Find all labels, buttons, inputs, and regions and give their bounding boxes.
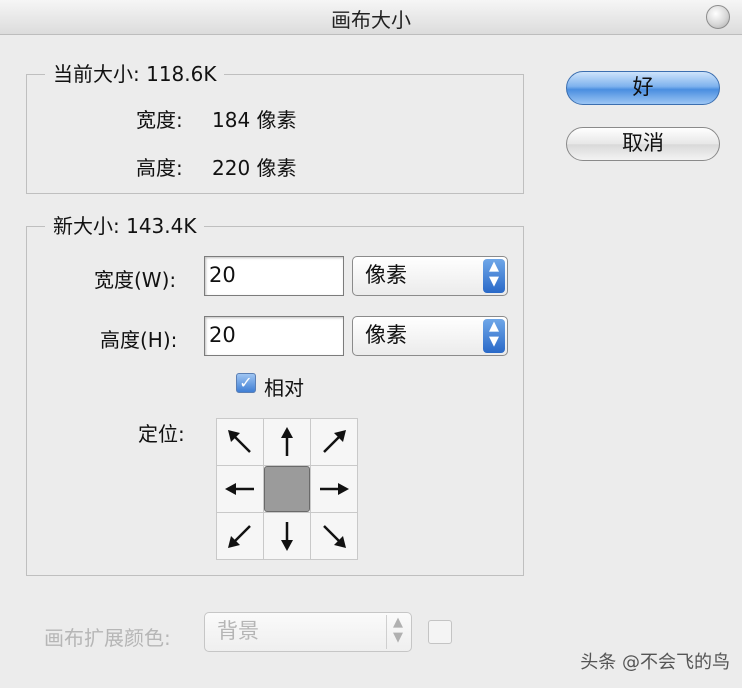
select-arrows-icon: ▲ ▼	[483, 319, 505, 353]
extension-color-value: 背景	[217, 619, 259, 643]
current-width-value: 184 像素	[212, 108, 297, 132]
extension-color-swatch[interactable]: ✓	[428, 620, 452, 644]
new-height-label: 高度(H):	[100, 328, 178, 352]
anchor-bottom[interactable]	[264, 513, 310, 559]
relative-checkbox[interactable]: ✓	[236, 373, 256, 393]
anchor-top-left[interactable]	[217, 419, 263, 465]
anchor-center[interactable]	[264, 466, 310, 512]
arrow-down-left-icon	[228, 525, 251, 548]
height-unit-select[interactable]: 像素 ▲ ▼	[352, 316, 508, 356]
arrow-up-icon	[281, 427, 293, 456]
arrow-down-right-icon	[323, 525, 346, 548]
width-input[interactable]: 20	[204, 256, 344, 296]
zoom-button-icon[interactable]	[706, 5, 730, 29]
extension-color-select[interactable]: 背景 ▲ ▼	[204, 612, 412, 652]
anchor-left[interactable]	[217, 466, 263, 512]
arrow-left-icon	[225, 483, 254, 495]
arrow-up-left-icon	[228, 430, 251, 453]
watermark: 头条 @不会飞的鸟	[580, 652, 730, 673]
current-width-label: 宽度:	[136, 108, 183, 132]
current-height-value: 220 像素	[212, 156, 297, 180]
title-bar: 画布大小	[0, 0, 742, 35]
arrow-down-icon	[281, 522, 293, 551]
height-input[interactable]: 20	[204, 316, 344, 356]
ok-button[interactable]: 好	[566, 71, 720, 105]
anchor-label: 定位:	[138, 422, 185, 446]
anchor-top-right[interactable]	[311, 419, 357, 465]
anchor-selected-box	[264, 466, 310, 512]
anchor-bottom-left[interactable]	[217, 513, 263, 559]
relative-label: 相对	[264, 376, 304, 400]
arrow-right-icon	[320, 483, 349, 495]
current-height-label: 高度:	[136, 156, 183, 180]
height-unit-value: 像素	[365, 323, 407, 347]
cancel-button[interactable]: 取消	[566, 127, 720, 161]
anchor-right[interactable]	[311, 466, 357, 512]
extension-color-label: 画布扩展颜色:	[44, 626, 171, 650]
window-title: 画布大小	[331, 8, 411, 32]
new-width-label: 宽度(W):	[94, 268, 177, 292]
new-size-legend: 新大小: 143.4K	[53, 214, 197, 238]
select-arrows-icon: ▲ ▼	[483, 259, 505, 293]
select-arrows-icon: ▲ ▼	[386, 615, 409, 649]
anchor-top[interactable]	[264, 419, 310, 465]
anchor-bottom-right[interactable]	[311, 513, 357, 559]
width-unit-value: 像素	[365, 263, 407, 287]
anchor-grid	[216, 418, 358, 560]
current-size-legend: 当前大小: 118.6K	[53, 62, 217, 86]
arrow-up-right-icon	[323, 430, 346, 453]
width-unit-select[interactable]: 像素 ▲ ▼	[352, 256, 508, 296]
